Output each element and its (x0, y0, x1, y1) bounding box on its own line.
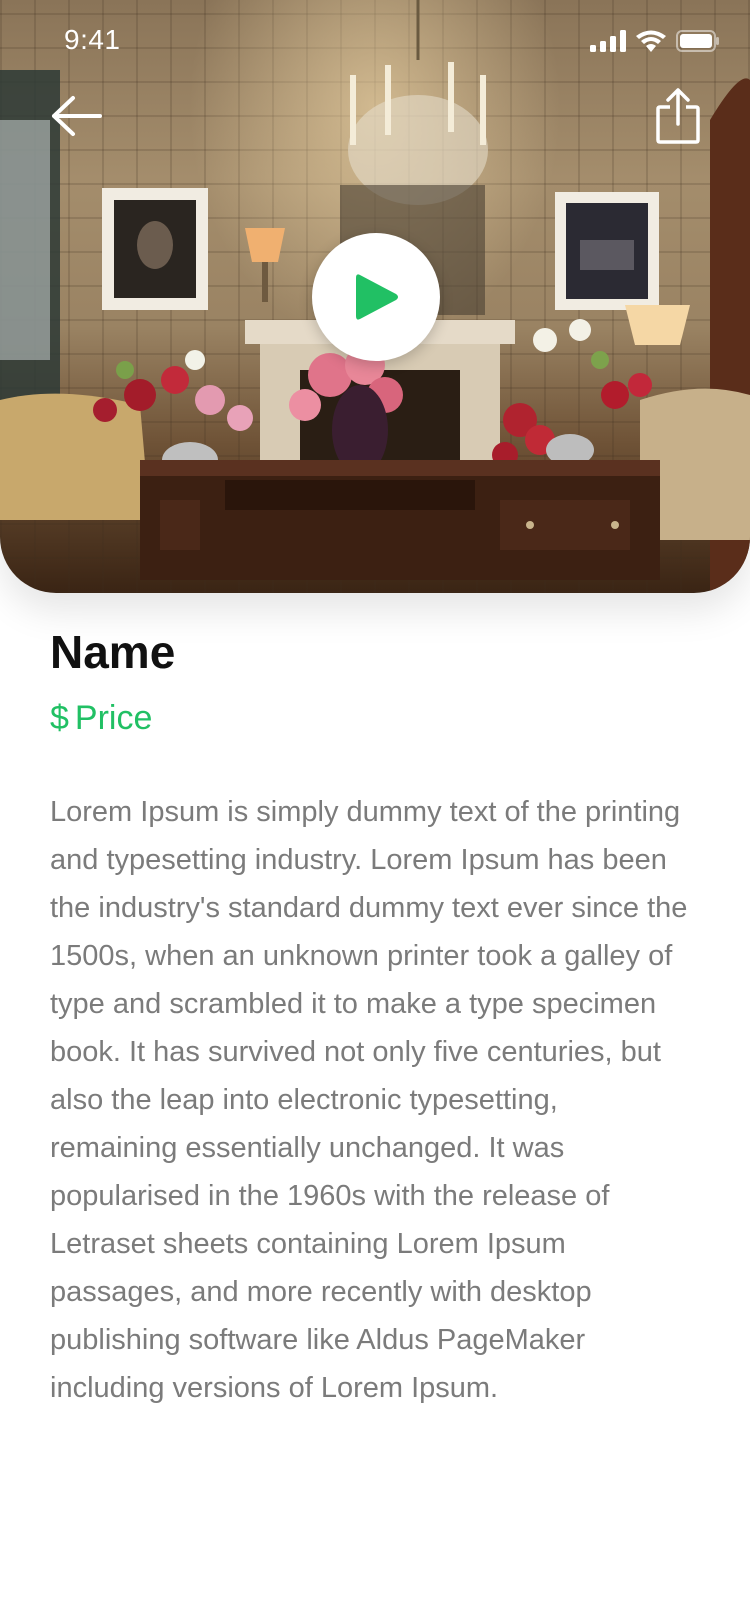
product-description: Lorem Ipsum is simply dummy text of the … (50, 796, 688, 1404)
product-price: $ Price (50, 696, 700, 740)
hero-image: 9:41 (0, 0, 750, 593)
status-icons (590, 30, 720, 52)
product-details: Name $ Price Lorem Ipsum is simply dummy… (50, 620, 700, 1412)
currency-symbol: $ (50, 699, 69, 737)
play-video-button[interactable] (312, 233, 440, 361)
status-time: 9:41 (64, 24, 121, 55)
share-button[interactable] (650, 84, 706, 148)
share-icon (656, 88, 700, 144)
product-name: Name (50, 626, 176, 678)
screen: 9:41 Name $ Price Lorem Ipsum is simply … (0, 0, 750, 1624)
wifi-icon (636, 30, 666, 52)
signal-icon (590, 30, 626, 52)
price-value: Price (74, 699, 153, 737)
arrow-left-icon (52, 96, 102, 136)
back-button[interactable] (44, 88, 108, 144)
battery-icon (676, 30, 719, 52)
play-icon (356, 274, 398, 320)
